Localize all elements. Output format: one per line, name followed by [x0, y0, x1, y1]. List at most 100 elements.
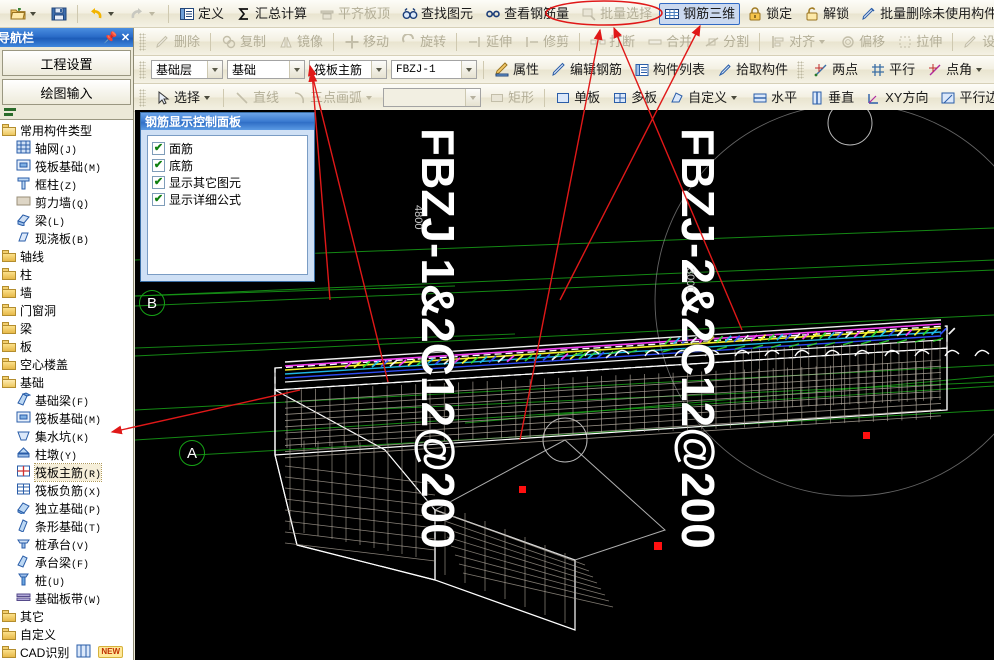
summary-calc-button[interactable]: 汇总计算 [231, 3, 312, 25]
checkbox-icon[interactable]: ✔ [152, 142, 165, 155]
nav-tab-project-settings[interactable]: 工程设置 [2, 50, 131, 76]
rebar-option-显示其它图元[interactable]: ✔ 显示其它图元 [152, 174, 307, 191]
tree-item-剪力墙[interactable]: 剪力墙(Q) [0, 193, 133, 211]
tree-item-条形基础[interactable]: 条形基础(T) [0, 517, 133, 535]
tree-item-柱[interactable]: 柱 [0, 265, 133, 283]
chevron-down-icon[interactable] [731, 95, 738, 100]
find-element-button[interactable]: 查找图元 [397, 3, 478, 25]
chevron-down-icon[interactable] [108, 11, 114, 16]
chevron-down-icon[interactable] [461, 61, 476, 78]
tree-item-轴网[interactable]: 轴网(J) [0, 139, 133, 157]
toolbar-grip[interactable] [139, 32, 146, 51]
component-name-combo[interactable]: FBZJ-1 [391, 60, 477, 79]
tree-item-筏板负筋[interactable]: 筏板负筋(X) [0, 481, 133, 499]
custom-button[interactable]: 自定义 [664, 87, 745, 109]
axis-mark-a: A [179, 440, 205, 466]
parallel-axis-button[interactable]: 平行 [865, 59, 920, 81]
view-rebar-qty-button[interactable]: 查看钢筋量 [480, 3, 574, 25]
raft-negative-rebar-icon [16, 482, 32, 498]
chevron-down-icon[interactable] [976, 67, 983, 72]
chevron-down-icon[interactable] [371, 61, 386, 78]
tree-item-梁[interactable]: 梁 [0, 319, 133, 337]
vertical-button[interactable]: 垂直 [804, 87, 859, 109]
rebar-3d-button[interactable]: 钢筋三维 [659, 2, 741, 25]
open-file-button[interactable] [5, 3, 44, 25]
tree-item-现浇板[interactable]: 现浇板(B) [0, 229, 133, 247]
rebar-segment-r-30 [922, 328, 930, 336]
tree-item-label: 框柱(Z) [35, 177, 78, 193]
toolbar-grip[interactable] [139, 60, 146, 79]
batch-delete-unused-button[interactable]: 批量删除未使用构件 [856, 3, 994, 25]
tree-item-空心楼盖[interactable]: 空心楼盖 [0, 355, 133, 373]
checkbox-icon[interactable]: ✔ [152, 193, 165, 206]
rebar-display-control-panel[interactable]: 钢筋显示控制面板 ✔ 面筋 ✔ 底筋 ✔ 显示其它图元 ✔ 显示详细公式 [140, 112, 315, 282]
multi-slab-button[interactable]: 多板 [607, 87, 662, 109]
delete-label: 删除 [174, 33, 201, 49]
tree-item-独立基础[interactable]: 独立基础(P) [0, 499, 133, 517]
nav-tab-project-settings-label: 工程设置 [40, 56, 93, 72]
category-combo[interactable]: 基础 [227, 60, 305, 79]
chevron-down-icon[interactable] [289, 61, 304, 78]
tree-item-门窗洞[interactable]: 门窗洞 [0, 301, 133, 319]
tree-item-桩[interactable]: 桩(U) [0, 571, 133, 589]
toolbar-grip[interactable] [139, 88, 146, 107]
point-angle-axis-button[interactable]: 点角 [922, 59, 990, 81]
chevron-down-icon[interactable] [465, 89, 481, 106]
tree-item-板[interactable]: 板 [0, 337, 133, 355]
tree-item-梁[interactable]: 梁(L) [0, 211, 133, 229]
tree-item-框柱[interactable]: 框柱(Z) [0, 175, 133, 193]
chevron-down-icon[interactable] [30, 11, 36, 16]
axis-grid-icon [16, 140, 32, 156]
arc-options-combo[interactable] [383, 88, 482, 107]
tree-item-基础板带[interactable]: 基础板带(W) [0, 589, 133, 607]
parallel-edge-rebar-button[interactable]: 平行边布置受力筋 [935, 87, 994, 109]
checkbox-icon[interactable]: ✔ [152, 176, 165, 189]
component-type-combo[interactable]: 筏板主筋 [309, 60, 387, 79]
tree-item-桩承台[interactable]: 桩承台(V) [0, 535, 133, 553]
pick-component-button[interactable]: 拾取构件 [712, 59, 793, 81]
chevron-down-icon[interactable] [204, 95, 211, 100]
tree-item-CAD识别[interactable]: CAD识别 NEW [0, 643, 133, 660]
tree-item-基础梁[interactable]: 基础梁(F) [0, 391, 133, 409]
tree-item-轴线[interactable]: 轴线 [0, 247, 133, 265]
undo-button[interactable] [83, 3, 122, 25]
nav-tab-drawing-input[interactable]: 绘图输入 [2, 79, 131, 105]
rebar-option-底筋[interactable]: ✔ 底筋 [152, 157, 307, 174]
folder-icon [2, 285, 17, 299]
edit-rebar-label: 编辑钢筋 [570, 61, 623, 77]
horizontal-button[interactable]: 水平 [747, 87, 802, 109]
unlock-button[interactable]: 解锁 [799, 3, 854, 25]
tree-item-筏板主筋[interactable]: 筏板主筋(R) [0, 462, 133, 482]
select-button[interactable]: 选择 [150, 87, 218, 109]
tree-item-承台梁[interactable]: 承台梁(F) [0, 553, 133, 571]
tree-item-集水坑[interactable]: 集水坑(K) [0, 427, 133, 445]
define-button[interactable]: 定义 [174, 3, 229, 25]
tree-item-自定义[interactable]: 自定义 [0, 625, 133, 643]
rebar-option-面筋[interactable]: ✔ 面筋 [152, 140, 307, 157]
tree-item-常用构件类型[interactable]: 常用构件类型 [0, 121, 133, 139]
checkbox-icon[interactable]: ✔ [152, 159, 165, 172]
floor-combo[interactable]: 基础层 [151, 60, 223, 79]
tree-item-label: 墙 [20, 285, 33, 300]
rebar-option-显示详细公式[interactable]: ✔ 显示详细公式 [152, 191, 307, 208]
tree-item-基础[interactable]: 基础 [0, 373, 133, 391]
point-angle-axis-label: 点角 [946, 61, 973, 77]
component-list-button[interactable]: 构件列表 [629, 59, 710, 81]
toolbar-grip[interactable] [797, 60, 805, 79]
tree-item-筏板基础[interactable]: 筏板基础(M) [0, 157, 133, 175]
tree-item-筏板基础[interactable]: 筏板基础(M) [0, 409, 133, 427]
component-tree[interactable]: 常用构件类型 轴网(J) 筏板基础(M) 框柱(Z) 剪力墙(Q) 梁(L) 现浇板(B) 轴… [0, 119, 133, 660]
edit-rebar-button[interactable]: 编辑钢筋 [546, 59, 627, 81]
chevron-down-icon[interactable] [207, 61, 222, 78]
close-icon[interactable]: ✕ [118, 30, 133, 45]
single-slab-button[interactable]: 单板 [550, 87, 605, 109]
lock-button[interactable]: 锁定 [742, 3, 797, 25]
xy-direction-button[interactable]: XY方向 [861, 87, 933, 109]
properties-button[interactable]: 属性 [489, 59, 544, 81]
tree-item-其它[interactable]: 其它 [0, 607, 133, 625]
tree-item-柱墩[interactable]: 柱墩(Y) [0, 445, 133, 463]
save-button[interactable] [46, 3, 72, 25]
two-point-axis-button[interactable]: 两点 [808, 59, 863, 81]
pin-icon[interactable]: 📌 [103, 30, 118, 45]
tree-item-墙[interactable]: 墙 [0, 283, 133, 301]
